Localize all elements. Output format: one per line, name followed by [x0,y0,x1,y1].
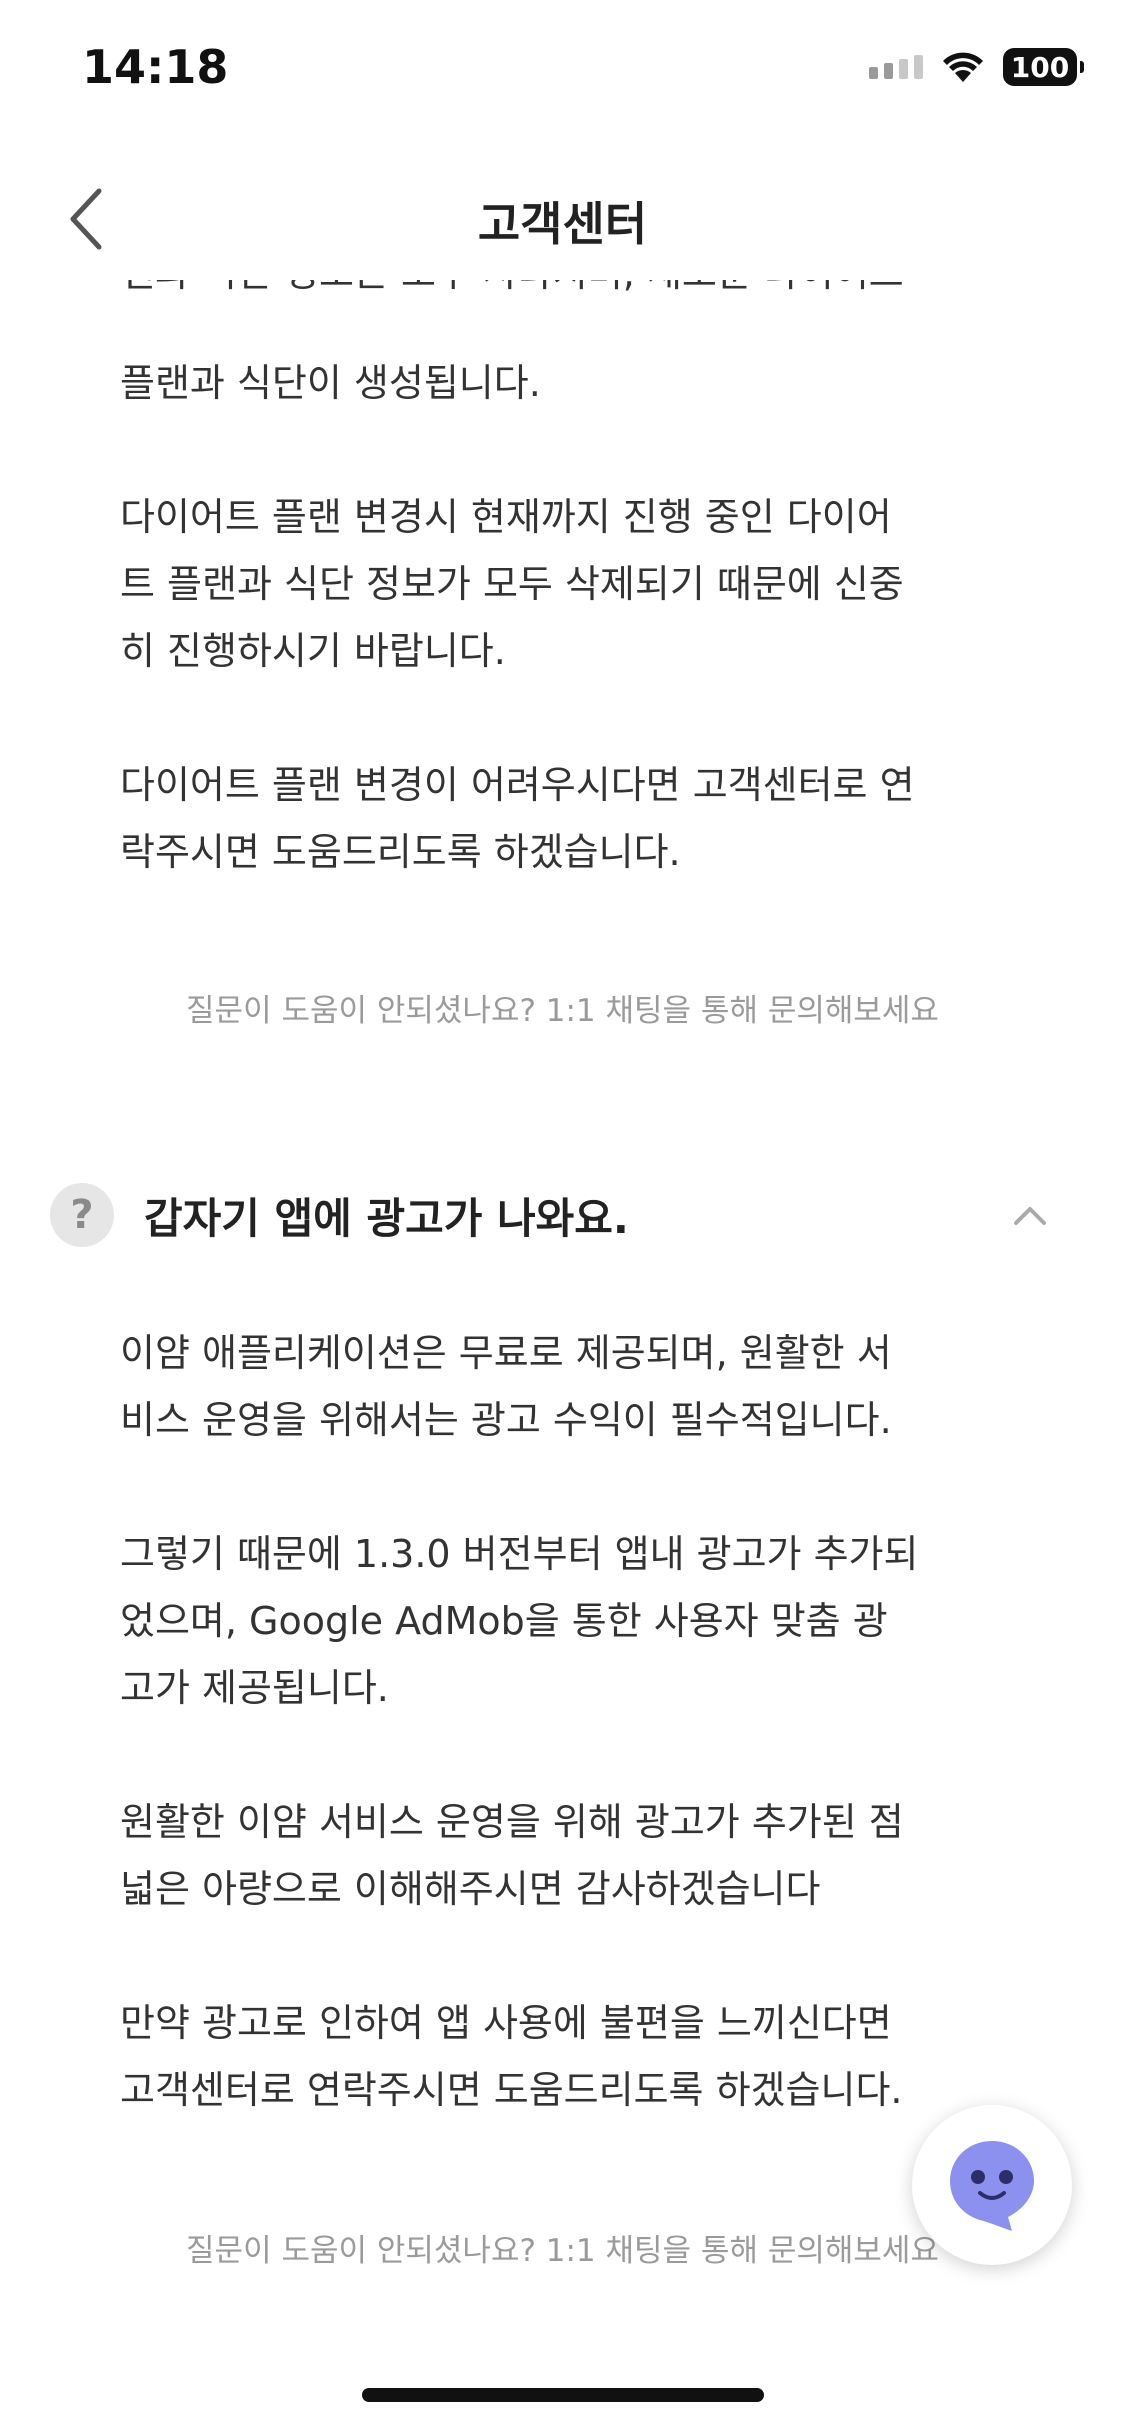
faq-title: 갑자기 앱에 광고가 나와요. [144,1193,629,1243]
answer-paragraph: 다이어트 플랜 변경이 어려우시다면 고객센터로 연 락주시면 도움드리도록 하… [120,763,915,874]
previous-answer: 플랜과 식단이 생성됩니다. 다이어트 플랜 변경시 현재까지 진행 중인 다이… [120,350,1000,886]
status-icons: 100 [869,48,1084,86]
answer-paragraph: 이얌 애플리케이션은 무료로 제공되며, 원활한 서 비스 운영을 위해서는 광… [120,1331,892,1442]
answer-paragraph: 그렇기 때문에 1.3.0 버전부터 앱내 광고가 추가되 었으며, Googl… [120,1532,919,1710]
answer-paragraph: 플랜과 식단이 생성됩니다. [120,361,541,405]
answer-text-clipped: 랜과 식단 정보는 모두 사라지며, 새로운 다이어트 [120,280,1000,307]
question-icon: ? [50,1183,114,1247]
faq-answer: 이얌 애플리케이션은 무료로 제공되며, 원활한 서 비스 운영을 위해서는 광… [120,1320,1000,2124]
answer-paragraph: 만약 광고로 인하여 앱 사용에 불편을 느끼신다면 고객센터로 연락주시면 도… [120,2001,903,2112]
answer-paragraph: 다이어트 플랜 변경시 현재까지 진행 중인 다이어 트 플랜과 식단 정보가 … [120,495,904,673]
status-bar: 14:18 100 [0,0,1125,140]
help-chat-link[interactable]: 질문이 도움이 안되셨나요? 1:1 채팅을 통해 문의해보세요 [0,985,1125,1030]
chat-mascot-icon [950,2141,1034,2231]
chevron-up-icon[interactable] [1010,1195,1050,1235]
page-title: 고객센터 [477,197,648,251]
faq-item-header[interactable]: ? 갑자기 앱에 광고가 나와요. [50,1165,1050,1265]
nav-bar: 고객센터 [0,160,1125,280]
cellular-signal-icon [869,55,923,79]
wifi-icon [943,52,983,82]
answer-paragraph: 원활한 이얌 서비스 운영을 위해 광고가 추가된 점 넓은 아량으로 이해해주… [120,1800,904,1911]
faq-content[interactable]: 랜과 식단 정보는 모두 사라지며, 새로운 다이어트 플랜과 식단이 생성됩니… [0,280,1125,2380]
chatbot-button[interactable] [912,2105,1072,2265]
home-indicator [362,2388,764,2402]
battery-icon: 100 [1003,48,1084,86]
status-time: 14:18 [82,40,229,94]
